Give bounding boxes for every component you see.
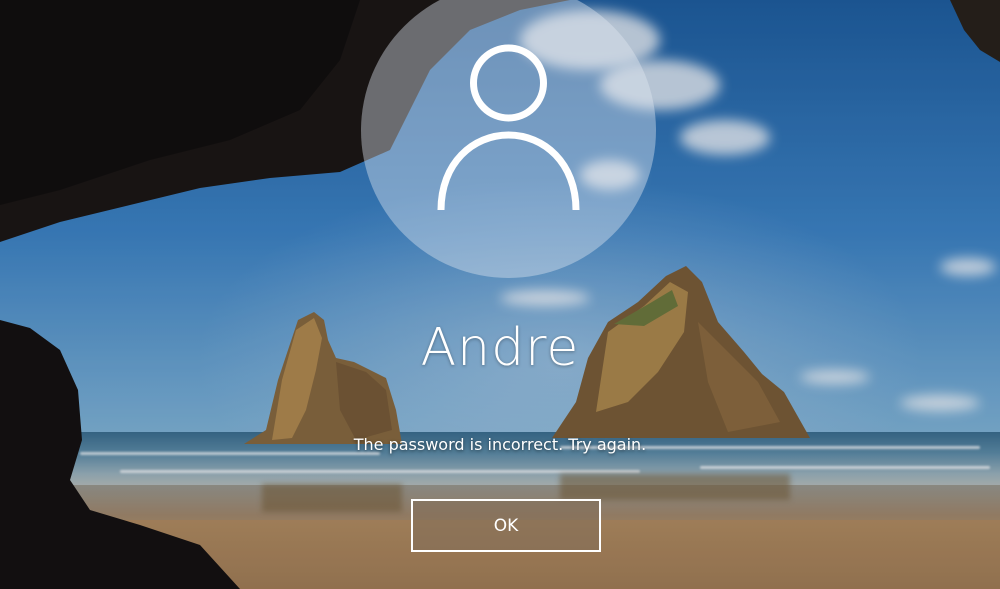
user-avatar bbox=[361, 0, 656, 278]
error-message: The password is incorrect. Try again. bbox=[353, 435, 647, 454]
user-name: Andre bbox=[420, 318, 580, 378]
user-silhouette-icon bbox=[437, 44, 580, 211]
ok-button[interactable]: OK bbox=[411, 499, 601, 552]
ok-button-label: OK bbox=[493, 515, 519, 536]
lock-screen: Andre The password is incorrect. Try aga… bbox=[0, 0, 1000, 589]
